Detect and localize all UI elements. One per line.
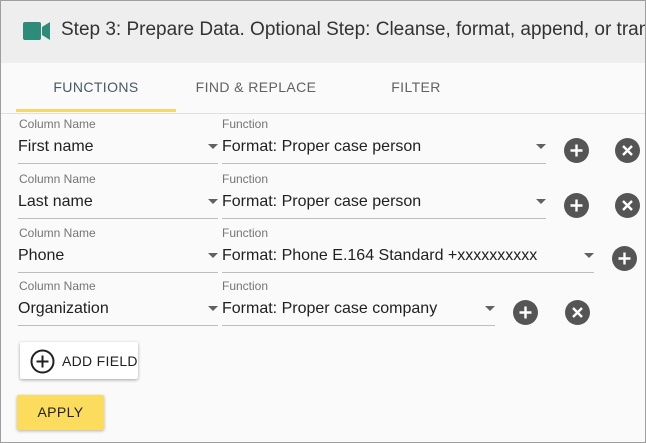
dropdown-arrow-icon: [208, 144, 218, 149]
function-select[interactable]: Format: Proper case company: [222, 295, 495, 326]
function-value: Format: Proper case company: [222, 300, 438, 317]
column-name-select[interactable]: Phone: [18, 242, 218, 273]
dropdown-arrow-icon: [485, 306, 495, 311]
column-name-label: Column Name: [19, 117, 96, 131]
add-row-button[interactable]: [513, 300, 538, 325]
tab-filter[interactable]: FILTER: [336, 63, 496, 111]
function-select[interactable]: Format: Proper case person: [222, 188, 546, 219]
video-camera-icon: [22, 20, 52, 42]
function-value: Format: Proper case person: [222, 193, 422, 210]
add-field-label: ADD FIELD: [62, 353, 138, 369]
plus-icon: [519, 306, 532, 319]
dropdown-arrow-icon: [208, 199, 218, 204]
tab-functions[interactable]: FUNCTIONS: [16, 63, 176, 111]
function-value: Format: Phone E.164 Standard +xxxxxxxxxx: [222, 247, 538, 264]
active-tab-indicator: [16, 109, 176, 112]
column-name-select[interactable]: Organization: [18, 295, 218, 326]
dropdown-arrow-icon: [536, 199, 546, 204]
function-label: Function: [222, 279, 269, 293]
add-row-button[interactable]: [564, 138, 589, 163]
app-frame: Step 3: Prepare Data. Optional Step: Cle…: [0, 0, 646, 443]
function-label: Function: [222, 117, 269, 131]
step-header: Step 3: Prepare Data. Optional Step: Cle…: [1, 1, 645, 63]
column-name-label: Column Name: [19, 279, 96, 293]
function-select[interactable]: Format: Phone E.164 Standard +xxxxxxxxxx: [222, 242, 594, 273]
dropdown-arrow-icon: [584, 253, 594, 258]
remove-row-button[interactable]: [615, 138, 640, 163]
add-row-button[interactable]: [564, 193, 589, 218]
dropdown-arrow-icon: [208, 253, 218, 258]
dropdown-arrow-icon: [208, 306, 218, 311]
remove-row-button[interactable]: [615, 193, 640, 218]
tab-find-replace[interactable]: FIND & REPLACE: [176, 63, 336, 111]
dropdown-arrow-icon: [536, 144, 546, 149]
page-title: Step 3: Prepare Data. Optional Step: Cle…: [61, 19, 645, 40]
add-field-button[interactable]: ADD FIELD: [20, 342, 138, 379]
column-name-value: Last name: [18, 193, 93, 210]
function-label: Function: [222, 172, 269, 186]
close-icon: [572, 307, 583, 318]
close-icon: [622, 145, 633, 156]
column-name-value: First name: [18, 138, 94, 155]
column-name-label: Column Name: [19, 172, 96, 186]
plus-icon: [618, 252, 631, 265]
function-value: Format: Proper case person: [222, 138, 422, 155]
add-row-button[interactable]: [612, 246, 637, 271]
close-icon: [622, 200, 633, 211]
column-name-value: Phone: [18, 247, 65, 264]
plus-icon: [570, 199, 583, 212]
plus-icon: [570, 144, 583, 157]
tab-bar: FUNCTIONS FIND & REPLACE FILTER: [1, 63, 645, 114]
function-select[interactable]: Format: Proper case person: [222, 133, 546, 164]
add-circle-icon: [30, 349, 55, 379]
column-name-select[interactable]: Last name: [18, 188, 218, 219]
column-name-select[interactable]: First name: [18, 133, 218, 164]
apply-button[interactable]: APPLY: [17, 395, 104, 430]
column-name-label: Column Name: [19, 226, 96, 240]
remove-row-button[interactable]: [565, 300, 590, 325]
function-label: Function: [222, 226, 269, 240]
column-name-value: Organization: [18, 300, 109, 317]
